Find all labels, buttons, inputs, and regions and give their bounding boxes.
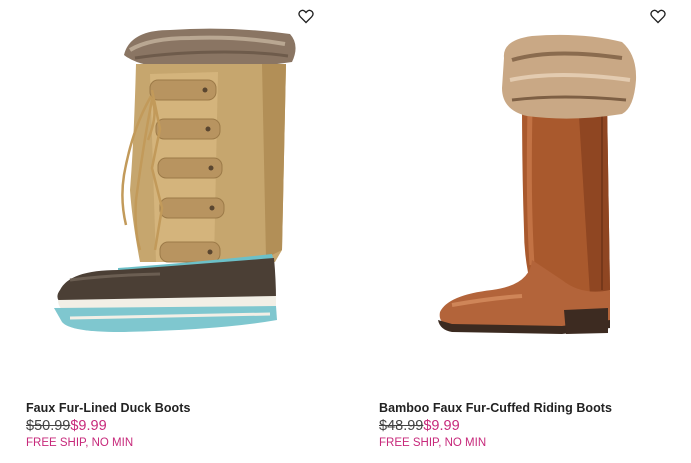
riding-boot-illustration	[438, 34, 637, 334]
promo-text: FREE SHIP, NO MIN	[26, 437, 134, 449]
product-image-riding-boots[interactable]	[352, 0, 691, 345]
price-row: $50.99$9.99	[26, 417, 190, 435]
sale-price: $9.99	[423, 418, 460, 434]
heart-outline-icon	[298, 9, 314, 24]
product-image-duck-boots[interactable]	[0, 0, 345, 345]
original-price: $48.99	[379, 418, 424, 434]
product-name[interactable]: Faux Fur-Lined Duck Boots	[26, 400, 190, 416]
product-card[interactable]: Faux Fur-Lined Duck Boots $50.99$9.99 FR…	[0, 0, 345, 463]
product-card[interactable]: Bamboo Faux Fur-Cuffed Riding Boots $48.…	[352, 0, 691, 463]
wishlist-button[interactable]	[650, 9, 668, 25]
heart-outline-icon	[650, 9, 666, 24]
product-info: Bamboo Faux Fur-Cuffed Riding Boots $48.…	[379, 400, 612, 451]
product-name[interactable]: Bamboo Faux Fur-Cuffed Riding Boots	[379, 400, 612, 416]
sale-price: $9.99	[70, 418, 107, 434]
price-row: $48.99$9.99	[379, 417, 612, 435]
wishlist-button[interactable]	[298, 9, 316, 25]
promo-text: FREE SHIP, NO MIN	[379, 437, 487, 449]
product-info: Faux Fur-Lined Duck Boots $50.99$9.99 FR…	[26, 400, 190, 451]
original-price: $50.99	[26, 418, 71, 434]
duck-boot-illustration	[54, 28, 296, 332]
